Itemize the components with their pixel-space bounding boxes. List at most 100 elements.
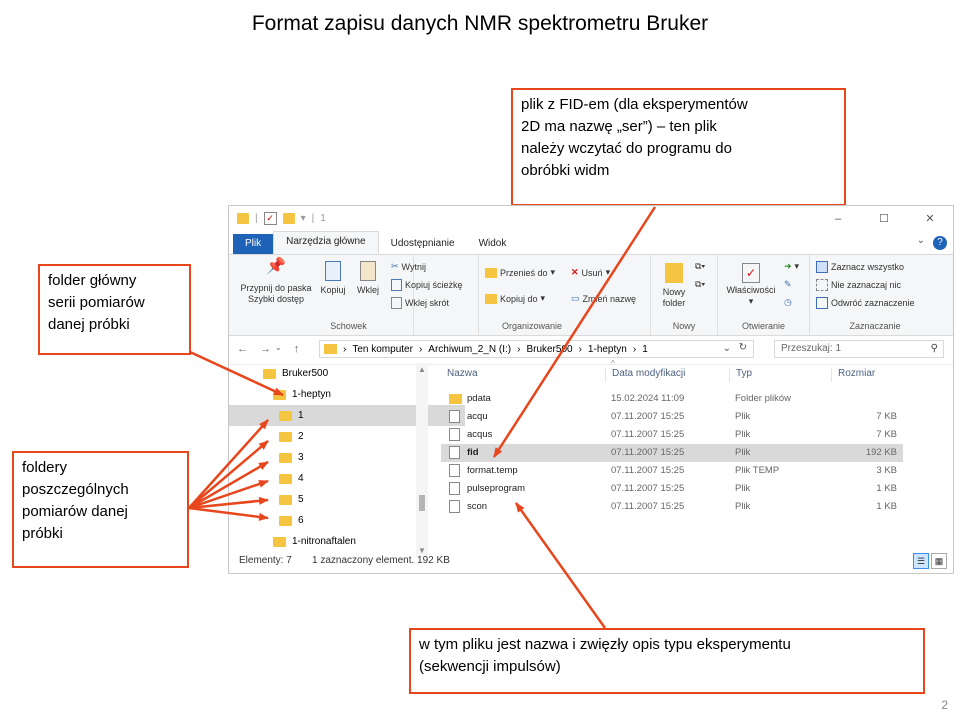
file-row-format-temp[interactable]: format.temp 07.11.2007 15:25 Plik TEMP 3… [441, 462, 903, 480]
column-size[interactable]: Rozmiar [831, 368, 875, 382]
select-all-icon [816, 261, 828, 273]
file-row-pulseprogram[interactable]: pulseprogram 07.11.2007 15:25 Plik 1 KB [441, 480, 903, 498]
select-none-button[interactable]: Nie zaznaczaj nic [816, 279, 901, 291]
navigation-tree: Bruker500 1-heptyn 1 2 3 4 5 6 1-nitrona… [229, 363, 465, 557]
tree-item-5[interactable]: 5 [229, 489, 465, 510]
scissors-icon: ✂ [391, 261, 399, 271]
column-name[interactable]: Nazwa [441, 368, 478, 382]
file-row-pdata[interactable]: pdata 15.02.2024 11:09 Folder plików [441, 390, 903, 408]
forward-arrow-icon[interactable]: → [260, 343, 271, 355]
tree-item-4[interactable]: 4 [229, 468, 465, 489]
fid-note-callout: plik z FID-em (dla eksperymentów 2D ma n… [511, 88, 846, 206]
breadcrumb-1[interactable]: 1 [642, 344, 648, 355]
search-input[interactable]: Przeszukaj: 1 ⚲ [774, 340, 944, 358]
folder-icon [449, 394, 462, 404]
tab-view[interactable]: Widok [467, 234, 519, 254]
tree-item-1[interactable]: 1 [229, 405, 465, 426]
select-all-button[interactable]: Zaznacz wszystko [816, 261, 904, 273]
pin-icon: 📌 [266, 258, 286, 275]
properties-icon: ✓ [742, 263, 760, 283]
minimize-button[interactable]: – [815, 206, 861, 232]
maximize-button[interactable]: ☐ [861, 206, 907, 232]
tree-scrollbar[interactable]: ▲ ▼ [416, 363, 428, 557]
folder-icon [324, 344, 337, 354]
file-icon [449, 428, 460, 441]
new-item-icon[interactable]: ⧉▾ [695, 261, 705, 272]
properties-check-icon[interactable]: ✓ [263, 212, 277, 225]
folder-icon [279, 494, 292, 505]
tree-item-3[interactable]: 3 [229, 447, 465, 468]
scrollbar-thumb[interactable] [419, 495, 425, 511]
file-list: ^ Nazwa Data modyfikacji Typ Rozmiar pda… [441, 359, 911, 557]
file-icon [449, 464, 460, 477]
tree-item-2[interactable]: 2 [229, 426, 465, 447]
invert-selection-button[interactable]: Odwróć zaznaczenie [816, 297, 915, 309]
copy-path-icon [391, 279, 402, 291]
delete-button[interactable]: ✕ Usuń ▾ [571, 267, 610, 278]
pin-quick-access-button[interactable]: 📌 Przypnij do paska Szybki dostęp [233, 258, 319, 305]
search-icon: ⚲ [930, 343, 938, 354]
back-arrow-icon[interactable]: ← [237, 343, 248, 355]
move-folder-icon [485, 267, 497, 278]
folder-icon [237, 213, 249, 224]
refresh-icon[interactable]: ↻ [739, 342, 747, 353]
properties-button[interactable]: ✓ Właściwości ▾ [722, 263, 780, 307]
breadcrumb-bruker500[interactable]: Bruker500 [526, 344, 572, 355]
title-bar: | ✓ ▾ | 1 – ☐ ✕ [229, 206, 953, 232]
close-button[interactable]: ✕ [907, 206, 953, 232]
new-folder-icon[interactable] [282, 213, 295, 224]
up-arrow-icon[interactable]: ↑ [294, 343, 300, 355]
large-icons-view-icon[interactable]: ▦ [931, 553, 947, 569]
paste-button[interactable]: Wklej [353, 261, 383, 296]
tab-share[interactable]: Udostępnianie [379, 234, 467, 254]
open-icon[interactable]: ➜ ▾ [784, 261, 799, 272]
item-count: Elementy: 7 [239, 555, 292, 566]
column-type[interactable]: Typ [729, 368, 752, 382]
column-date[interactable]: Data modyfikacji [605, 368, 685, 382]
address-bar[interactable]: › Ten komputer › Archiwum_2_N (I:) › Bru… [319, 340, 754, 358]
move-to-button[interactable]: Przenieś do ▾ [485, 267, 555, 278]
folder-icon [279, 431, 292, 442]
file-list-header: ^ Nazwa Data modyfikacji Typ Rozmiar [441, 359, 911, 385]
slide-title: Format zapisu danych NMR spektrometru Br… [251, 12, 709, 35]
delete-icon: ✕ [571, 267, 579, 277]
window-title: 1 [320, 213, 326, 224]
customize-toolbar-icon[interactable]: ▾ [301, 213, 306, 224]
chevron-down-icon[interactable]: ⌄ [917, 235, 925, 246]
copy-to-button[interactable]: Kopiuj do ▾ [485, 293, 545, 304]
copy-icon [325, 261, 341, 281]
edit-icon[interactable]: ✎ [784, 279, 792, 290]
new-folder-button[interactable]: Nowy folder [655, 263, 693, 309]
select-group: Zaznacz wszystko Nie zaznaczaj nic Odwró… [810, 255, 940, 335]
new-group-label: Nowy [672, 321, 696, 331]
file-row-fid[interactable]: fid 07.11.2007 15:25 Plik 192 KB [441, 444, 903, 462]
file-row-scon[interactable]: scon 07.11.2007 15:25 Plik 1 KB [441, 498, 903, 516]
selection-info: 1 zaznaczony element. 192 KB [312, 555, 450, 566]
file-row-acqus[interactable]: acqus 07.11.2007 15:25 Plik 7 KB [441, 426, 903, 444]
history-icon[interactable]: ◷ [784, 297, 792, 308]
help-icon[interactable]: ? [933, 236, 947, 250]
sub-folders-callout: foldery poszczególnych pomiarów danej pr… [12, 451, 189, 568]
breadcrumb-this-pc[interactable]: Ten komputer [352, 344, 413, 355]
breadcrumb-drive[interactable]: Archiwum_2_N (I:) [428, 344, 511, 355]
ribbon: 📌 Przypnij do paska Szybki dostęp Kopiuj… [229, 255, 953, 336]
tab-file[interactable]: Plik [233, 234, 274, 254]
recent-chevron-icon[interactable]: ⌄ [275, 343, 282, 355]
organize-group: Przenieś do ▾ Kopiuj do ▾ ✕ Usuń ▾ ▭ Zmień … [479, 255, 651, 335]
scroll-up-icon[interactable]: ▲ [418, 365, 426, 374]
clipboard-icon [360, 261, 376, 281]
file-icon [449, 500, 460, 513]
rename-button[interactable]: ▭ Zmień nazwę [571, 293, 636, 304]
shortcut-icon [391, 297, 402, 309]
breadcrumb-1-heptyn[interactable]: 1-heptyn [588, 344, 627, 355]
address-row: ← → ⌄ ↑ › Ten komputer › Archiwum_2_N (I… [229, 336, 953, 365]
file-row-acqu[interactable]: acqu 07.11.2007 15:25 Plik 7 KB [441, 408, 903, 426]
tree-item-6[interactable]: 6 [229, 510, 465, 531]
main-folder-callout: folder główny serii pomiarów danej próbk… [38, 264, 191, 355]
easy-access-icon[interactable]: ⧉▾ [695, 279, 705, 290]
copy-button[interactable]: Kopiuj [317, 261, 349, 296]
details-view-icon[interactable]: ☰ [913, 553, 929, 569]
tab-home[interactable]: Narzędzia główne [273, 231, 379, 254]
address-dropdown-icon[interactable]: ⌄ [723, 343, 731, 354]
invert-selection-icon [816, 297, 828, 309]
